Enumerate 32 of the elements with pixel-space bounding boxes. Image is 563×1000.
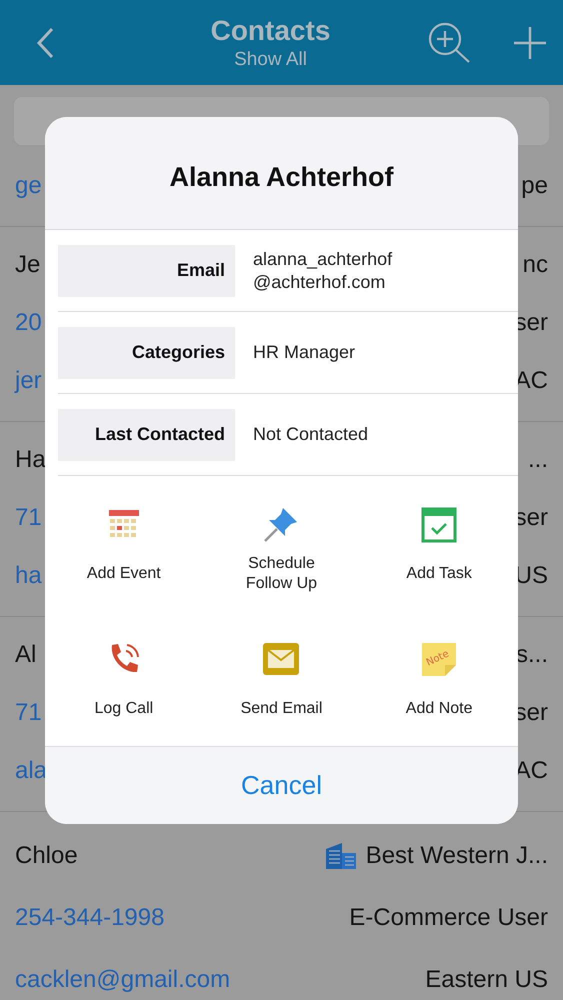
- back-icon[interactable]: [36, 26, 56, 58]
- add-icon[interactable]: [513, 26, 547, 60]
- field-value: HR Manager: [252, 341, 356, 364]
- email-link[interactable]: cacklen@gmail.com: [15, 966, 230, 994]
- contact-name[interactable]: Al: [15, 641, 36, 669]
- phone-link[interactable]: 71: [15, 504, 42, 532]
- email-link[interactable]: ha: [15, 562, 42, 590]
- field-value: Not Contacted: [252, 423, 368, 446]
- company-name: s...: [516, 641, 548, 669]
- company-name: ...: [528, 446, 548, 474]
- nav-subtitle[interactable]: Show All: [234, 48, 307, 70]
- contact-name[interactable]: Je: [15, 251, 40, 279]
- company-name: nc: [522, 251, 548, 279]
- phone-link[interactable]: 71: [15, 699, 42, 727]
- email-link[interactable]: jer: [15, 367, 42, 395]
- nav-title: Contacts: [210, 14, 330, 46]
- company-name: Best Western J...: [366, 842, 548, 870]
- field-label: Categories: [58, 326, 235, 378]
- contact-name[interactable]: Ha: [15, 446, 46, 474]
- category-text: E-Commerce User: [349, 904, 548, 932]
- field-label: Last Contacted: [58, 408, 235, 460]
- region-text: Eastern US: [425, 966, 548, 994]
- phone-link[interactable]: 20: [15, 309, 42, 337]
- cancel-button[interactable]: Cancel: [45, 746, 518, 824]
- field-value: alanna_achterhof @achterhof.com: [252, 248, 392, 294]
- field-label: Email: [58, 244, 235, 296]
- contact-name[interactable]: Chloe: [15, 842, 78, 870]
- region-text: pe: [521, 172, 548, 200]
- email-link[interactable]: ala: [15, 757, 48, 785]
- dialog-title: Alanna Achterhof: [169, 162, 394, 192]
- email-link[interactable]: ge: [15, 172, 42, 200]
- phone-link[interactable]: 254-344-1998: [15, 904, 164, 932]
